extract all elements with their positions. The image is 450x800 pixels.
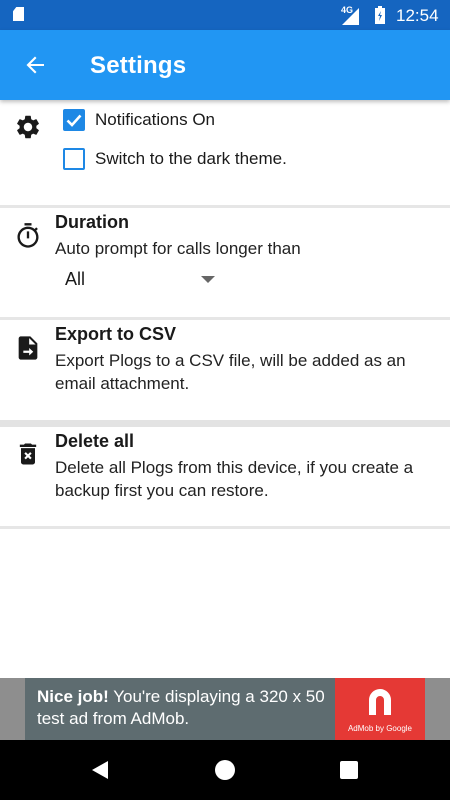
delete-title: Delete all — [55, 431, 135, 451]
notifications-label: Notifications On — [95, 110, 215, 129]
ad-headline: Nice job! — [37, 687, 109, 706]
checkmark-icon — [66, 114, 82, 127]
ad-text: Nice job! You're displaying a 320 x 50 t… — [37, 686, 337, 730]
divider — [0, 526, 450, 529]
nav-recents-button[interactable] — [340, 761, 358, 779]
admob-logo-icon — [369, 689, 391, 715]
delete-icon — [19, 443, 37, 465]
network-type: 4G — [341, 5, 354, 15]
nav-home-button[interactable] — [215, 760, 235, 780]
export-csv-section[interactable]: Export to CSV Export Plogs to a CSV file… — [0, 320, 450, 420]
back-button[interactable] — [14, 43, 58, 87]
ad-banner[interactable]: Nice job! You're displaying a 320 x 50 t… — [0, 678, 450, 740]
export-title: Export to CSV — [55, 324, 177, 344]
export-file-icon — [18, 336, 38, 360]
admob-logo: AdMob by Google — [335, 678, 425, 740]
ad-content[interactable]: Nice job! You're displaying a 320 x 50 t… — [25, 678, 425, 740]
dropdown-arrow-icon — [201, 276, 215, 283]
divider — [0, 420, 450, 427]
nav-back-button[interactable] — [90, 760, 110, 780]
gear-icon — [17, 115, 39, 139]
duration-selected-value: All — [65, 269, 86, 289]
duration-section: Duration Auto prompt for calls longer th… — [0, 208, 450, 318]
notifications-checkbox[interactable] — [63, 109, 85, 131]
dark-theme-checkbox[interactable] — [63, 148, 85, 170]
battery-icon — [375, 6, 385, 24]
status-bar: 4G 12:54 — [0, 0, 450, 30]
delete-all-section[interactable]: Delete all Delete all Plogs from this de… — [0, 427, 450, 527]
duration-description: Auto prompt for calls longer than — [55, 239, 301, 258]
sd-card-icon — [13, 7, 24, 21]
timer-icon — [17, 223, 39, 248]
delete-description: Delete all Plogs from this device, if yo… — [55, 458, 414, 500]
app-bar: Settings — [0, 30, 450, 100]
export-description: Export Plogs to a CSV file, will be adde… — [55, 351, 406, 393]
navigation-bar — [0, 740, 450, 800]
clock: 12:54 — [396, 6, 439, 25]
general-settings-section: Notifications On Switch to the dark them… — [0, 100, 450, 206]
page-title: Settings — [90, 52, 187, 79]
duration-title: Duration — [55, 212, 129, 232]
admob-logo-text: AdMob by Google — [347, 724, 413, 733]
duration-dropdown[interactable]: All — [55, 264, 220, 294]
dark-theme-label: Switch to the dark theme. — [95, 149, 287, 168]
back-arrow-icon — [26, 56, 44, 74]
